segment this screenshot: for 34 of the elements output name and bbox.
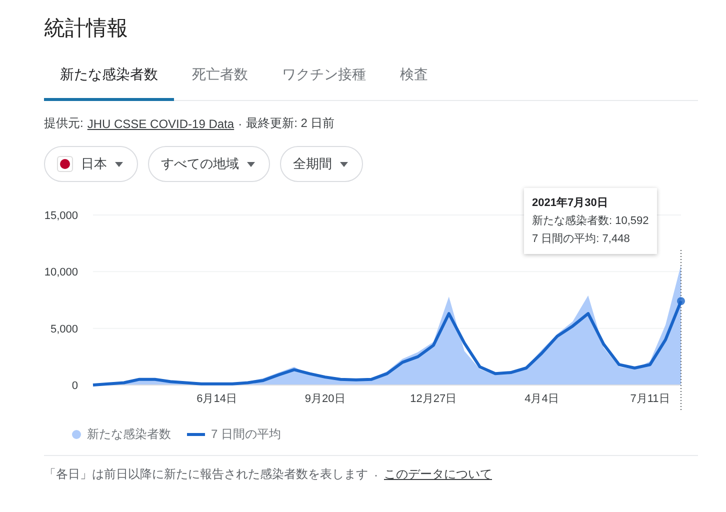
source-link[interactable]: JHU CSSE COVID-19 Data [87,116,234,130]
x-tick-label: 7月11日 [630,393,670,405]
caret-icon [115,162,123,166]
legend-label: 7 日間の平均 [211,426,282,443]
tab[interactable]: ワクチン接種 [266,56,382,101]
filter-dropdown[interactable]: すべての地域 [148,146,270,182]
separator: · [238,116,242,130]
tooltip-date: 2021年7月30日 [532,196,609,211]
x-tick-label: 12月27日 [410,393,457,405]
y-tick-label: 10,000 [44,266,78,279]
separator: · [374,468,378,482]
last-updated: 最終更新: 2 日前 [246,115,335,132]
section-title: 統計情報 [44,16,129,42]
x-tick-label: 6月14日 [196,393,237,405]
flag-icon [57,156,73,172]
caret-icon [340,162,348,166]
legend-label: 新たな感染者数 [87,426,171,443]
footnote: 「各日」は前日以降に新たに報告された感染者数を表します [44,466,368,483]
tab[interactable]: 検査 [384,56,444,101]
data-point [677,297,685,306]
tooltip-value: 新たな感染者数: 10,592 [532,214,649,229]
tooltip-value: 7 日間の平均: 7,448 [532,232,631,247]
tab[interactable]: 新たな感染者数 [44,56,174,101]
source-label: 提供元: [44,115,84,132]
x-tick-label: 9月20日 [304,393,346,405]
y-tick-label: 0 [72,380,78,392]
x-tick-label: 4月4日 [524,393,559,405]
caret-icon [247,162,255,166]
y-tick-label: 5,000 [50,323,78,336]
y-tick-label: 15,000 [44,210,78,222]
tab[interactable]: 死亡者数 [176,56,264,101]
filter-dropdown[interactable]: 日本 [44,146,138,182]
filter-dropdown[interactable]: 全期間 [280,146,363,182]
about-data-link[interactable]: このデータについて [384,466,492,483]
